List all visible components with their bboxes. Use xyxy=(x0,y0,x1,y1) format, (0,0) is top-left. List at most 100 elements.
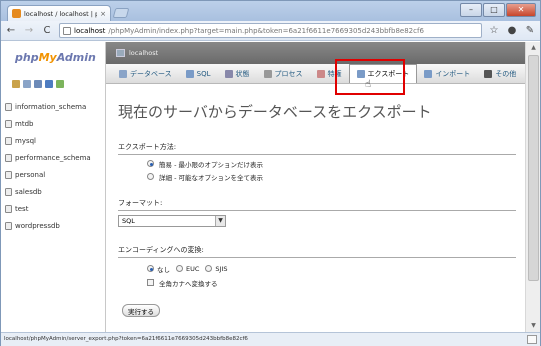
menu-item[interactable]: データベース xyxy=(112,64,179,83)
database-item[interactable]: personal xyxy=(5,166,91,183)
status-icon xyxy=(527,335,537,344)
export-method-option[interactable]: 詳細 - 可能なオプションを全て表示 xyxy=(147,172,516,182)
database-label: mtdb xyxy=(15,119,34,128)
export-custom-label: 詳細 - 可能なオプションを全て表示 xyxy=(159,173,263,182)
database-item[interactable]: mtdb xyxy=(5,115,91,132)
database-icon xyxy=(5,170,12,179)
status-url: localhost/phpMyAdmin/server_export.php?t… xyxy=(4,336,248,342)
database-item[interactable]: test xyxy=(5,200,91,217)
encoding-sjis-option[interactable]: SJIS xyxy=(205,265,228,273)
window-controls: – □ ✕ xyxy=(460,3,536,17)
vertical-scrollbar[interactable]: ▲ ▼ xyxy=(525,42,540,332)
phpmyadmin-logo[interactable]: phpMyAdmin xyxy=(15,51,96,64)
tab-title: localhost / localhost | phpM xyxy=(24,9,98,18)
database-icon xyxy=(5,221,12,230)
kana-convert-option[interactable]: 全角カナへ変換する xyxy=(147,278,516,288)
server-label[interactable]: localhost xyxy=(129,49,158,57)
database-icon xyxy=(5,187,12,196)
export-method-label: エクスポート方法: xyxy=(118,142,516,155)
encoding-euc-radio[interactable] xyxy=(176,265,183,272)
format-label: フォーマット: xyxy=(118,198,516,211)
database-label: salesdb xyxy=(15,187,42,196)
minimize-button[interactable]: – xyxy=(460,3,482,17)
bookmark-star-icon[interactable]: ☆ xyxy=(488,25,500,36)
forward-button[interactable]: → xyxy=(23,25,35,36)
reload-nav-icon[interactable] xyxy=(56,80,64,88)
export-method-option[interactable]: 簡易 - 最小限のオプションだけ表示 xyxy=(147,159,516,169)
format-value: SQL xyxy=(122,217,135,225)
database-item[interactable]: information_schema xyxy=(5,98,91,115)
scroll-down-icon[interactable]: ▼ xyxy=(526,320,541,332)
address-bar[interactable]: localhost/phpMyAdmin/index.php?target=ma… xyxy=(59,23,482,38)
export-custom-radio[interactable] xyxy=(147,173,154,180)
database-item[interactable]: mysql xyxy=(5,132,91,149)
database-item[interactable]: salesdb xyxy=(5,183,91,200)
pointer-cursor-icon: ☝ xyxy=(365,79,372,90)
extension-icon[interactable]: ● xyxy=(506,25,518,36)
menu-icon xyxy=(119,69,127,78)
navigation-panel: phpMyAdmin information_schemamtdb mysql pe… xyxy=(1,42,104,332)
tab-close-icon[interactable]: × xyxy=(100,10,106,18)
encoding-euc-option[interactable]: EUC xyxy=(176,265,199,273)
browser-toolbar: ← → C localhost/phpMyAdmin/index.php?tar… xyxy=(1,21,540,41)
database-list: information_schemamtdb mysql performance_s… xyxy=(5,98,91,234)
menu-label: SQL xyxy=(196,69,211,78)
chevron-down-icon: ▼ xyxy=(215,216,225,226)
encoding-options: なし EUC SJIS xyxy=(147,264,516,274)
encoding-none-option[interactable]: なし xyxy=(147,264,170,274)
menu-label: プロセス xyxy=(274,69,303,78)
database-icon xyxy=(5,119,12,128)
wrench-icon[interactable]: ✎ xyxy=(524,25,536,36)
menu-item[interactable]: 状態 xyxy=(218,64,257,83)
go-button[interactable]: 実行する xyxy=(122,304,160,317)
menu-label: その他 xyxy=(495,69,517,78)
encoding-none-radio[interactable] xyxy=(147,265,154,272)
kana-convert-checkbox[interactable] xyxy=(147,279,154,286)
database-icon xyxy=(5,153,12,162)
menu-item[interactable]: SQL xyxy=(179,64,218,83)
menu-icon xyxy=(224,69,233,78)
kana-convert-label: 全角カナへ変換する xyxy=(159,279,218,288)
database-label: wordpressdb xyxy=(15,221,60,230)
encoding-sjis-radio[interactable] xyxy=(205,265,213,272)
menu-label: 状態 xyxy=(235,69,250,78)
database-item[interactable]: wordpressdb xyxy=(5,217,91,234)
reload-button[interactable]: C xyxy=(41,25,53,36)
database-label: performance_schema xyxy=(15,153,91,162)
browser-tab[interactable]: localhost / localhost | phpM × xyxy=(7,5,111,21)
scroll-thumb[interactable] xyxy=(528,55,539,281)
encoding-euc-label: EUC xyxy=(186,264,200,273)
page-title: 現在のサーバからデータベースをエクスポート xyxy=(118,103,432,121)
back-button[interactable]: ← xyxy=(5,25,17,36)
close-button[interactable]: ✕ xyxy=(506,3,536,17)
export-quick-radio[interactable] xyxy=(147,160,154,167)
database-icon xyxy=(5,102,12,111)
docs-icon[interactable] xyxy=(34,80,42,88)
page-icon xyxy=(63,26,71,35)
title-bar: localhost / localhost | phpM × – □ ✕ xyxy=(1,1,540,21)
server-icon xyxy=(116,49,125,57)
database-icon xyxy=(5,136,12,145)
url-host: localhost xyxy=(74,26,106,35)
menu-item[interactable]: プロセス xyxy=(257,64,310,83)
menu-item[interactable]: その他 xyxy=(477,64,523,83)
help-icon[interactable] xyxy=(45,80,53,88)
database-icon xyxy=(5,204,12,213)
new-tab-button[interactable] xyxy=(112,8,130,18)
export-method-section: エクスポート方法: 簡易 - 最小限のオプションだけ表示 詳細 - 可能なオプシ… xyxy=(118,142,516,182)
menu-icon xyxy=(263,69,272,78)
menu-label: インポート xyxy=(435,69,471,78)
browser-window: localhost / localhost | phpM × – □ ✕ ← →… xyxy=(0,0,541,346)
scroll-up-icon[interactable]: ▲ xyxy=(526,42,541,54)
maximize-button[interactable]: □ xyxy=(483,3,505,17)
database-item[interactable]: performance_schema xyxy=(5,149,91,166)
menu-item[interactable]: インポート xyxy=(417,64,477,83)
database-label: personal xyxy=(15,170,46,179)
format-select[interactable]: SQL ▼ xyxy=(118,215,226,227)
home-icon[interactable] xyxy=(12,80,20,88)
encoding-none-label: なし xyxy=(157,265,170,274)
database-label: information_schema xyxy=(15,102,87,111)
encoding-section: エンコーディングへの変換: なし EUC SJIS 全角カナへ変換する xyxy=(118,245,516,288)
query-window-icon[interactable] xyxy=(23,80,31,88)
database-label: mysql xyxy=(15,136,36,145)
